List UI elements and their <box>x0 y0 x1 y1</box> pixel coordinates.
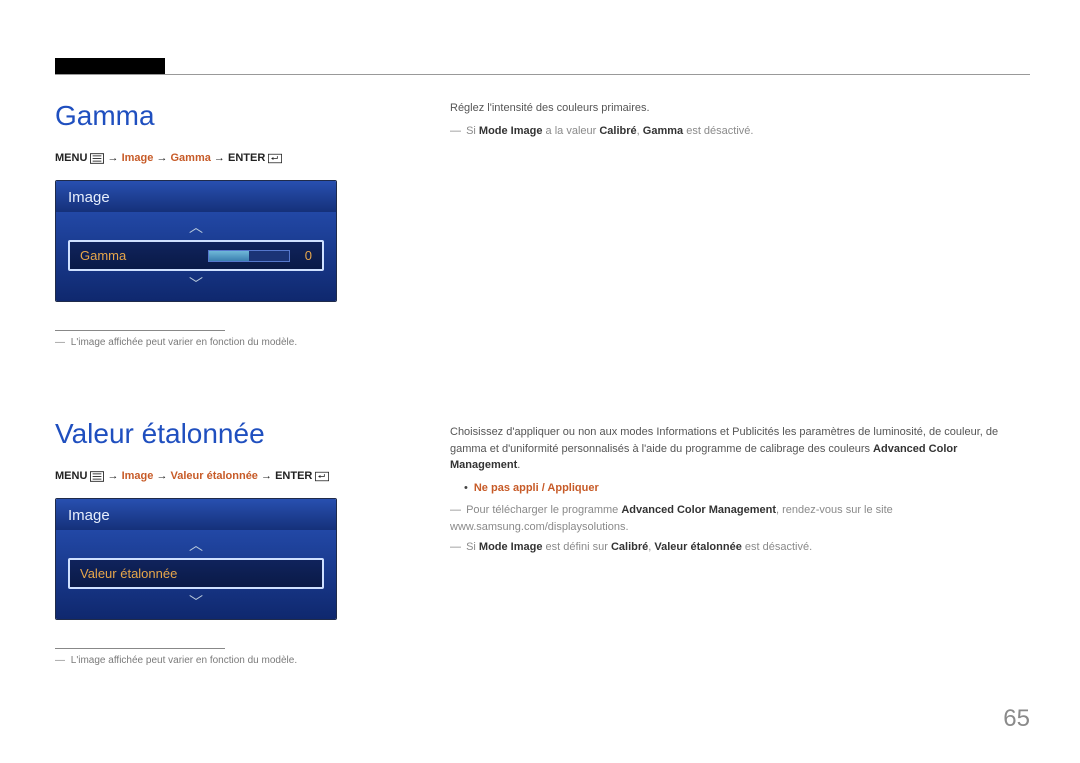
menu-label: MENU <box>55 470 87 482</box>
path-item: Valeur étalonnée <box>171 470 258 482</box>
gamma-note: ― Si Mode Image a la valeur Calibré, Gam… <box>450 123 1030 140</box>
bold: Advanced Color Management <box>621 504 776 516</box>
bold: Calibré <box>599 125 636 137</box>
path-image: Image <box>122 152 154 164</box>
dash-icon: ― <box>55 337 65 348</box>
txt: est défini sur <box>542 541 610 553</box>
osd-body: ︿ Valeur étalonnée ﹀ <box>56 530 336 619</box>
bold: Calibré <box>611 541 648 553</box>
arrow-icon: → <box>214 152 228 164</box>
arrow-icon: → <box>156 152 170 164</box>
divider <box>55 330 225 331</box>
valeur-para1: Choisissez d'appliquer ou non aux modes … <box>450 424 1030 474</box>
gamma-title: Gamma <box>55 100 385 132</box>
osd-row-label: Gamma <box>80 248 208 263</box>
chevron-up-icon[interactable]: ︿ <box>56 216 336 238</box>
txt: . <box>517 459 520 471</box>
left-column: Gamma MENU → Image → Gamma → ENTER Image… <box>55 100 385 666</box>
osd-row-label: Valeur étalonnée <box>80 566 312 581</box>
txt: Si <box>466 125 479 137</box>
enter-icon <box>315 471 329 484</box>
options-text: Ne pas appli / Appliquer <box>474 482 599 494</box>
divider <box>55 648 225 649</box>
header-tab <box>55 58 165 74</box>
bold: Mode Image <box>479 541 543 553</box>
txt: Pour télécharger le programme <box>466 504 621 516</box>
bold: Gamma <box>643 125 683 137</box>
valeur-options: • Ne pas appli / Appliquer <box>464 480 1030 497</box>
bullet-icon: • <box>464 482 468 494</box>
dash-icon: ― <box>450 504 461 516</box>
chevron-down-icon[interactable]: ﹀ <box>56 591 336 613</box>
footnote-text: L'image affichée peut varier en fonction… <box>71 655 297 666</box>
path-image: Image <box>122 470 154 482</box>
osd-body: ︿ Gamma 0 ﹀ <box>56 212 336 301</box>
arrow-icon: → <box>261 470 275 482</box>
valeur-body: Choisissez d'appliquer ou non aux modes … <box>450 424 1030 556</box>
txt: est désactivé. <box>742 541 812 553</box>
valeur-footnote: ― L'image affichée peut varier en foncti… <box>55 655 385 666</box>
valeur-left: Valeur étalonnée MENU → Image → Valeur é… <box>55 418 385 666</box>
menu-label: MENU <box>55 152 87 164</box>
arrow-icon: → <box>108 470 122 482</box>
arrow-icon: → <box>156 470 170 482</box>
gamma-body: Réglez l'intensité des couleurs primaire… <box>450 100 1030 139</box>
enter-label: ENTER <box>275 470 312 482</box>
arrow-icon: → <box>108 152 122 164</box>
dash-icon: ― <box>55 655 65 666</box>
right-column: Réglez l'intensité des couleurs primaire… <box>450 100 1030 556</box>
gamma-menu-path: MENU → Image → Gamma → ENTER <box>55 152 385 166</box>
valeur-note2: ― Si Mode Image est défini sur Calibré, … <box>450 539 1030 556</box>
path-item: Gamma <box>171 152 211 164</box>
menu-icon <box>90 153 104 166</box>
gamma-desc: Réglez l'intensité des couleurs primaire… <box>450 100 1030 117</box>
dash-icon: ― <box>450 541 461 553</box>
gamma-osd: Image ︿ Gamma 0 ﹀ <box>55 180 337 302</box>
valeur-osd-row[interactable]: Valeur étalonnée <box>68 558 324 589</box>
enter-icon <box>268 153 282 166</box>
bold: Valeur étalonnée <box>654 541 741 553</box>
osd-header: Image <box>56 181 336 212</box>
chevron-down-icon[interactable]: ﹀ <box>56 273 336 295</box>
page-number: 65 <box>1003 705 1030 733</box>
header-rule <box>55 74 1030 75</box>
valeur-osd: Image ︿ Valeur étalonnée ﹀ <box>55 498 337 620</box>
txt: est désactivé. <box>683 125 753 137</box>
footnote-text: L'image affichée peut varier en fonction… <box>71 337 297 348</box>
chevron-up-icon[interactable]: ︿ <box>56 534 336 556</box>
gamma-slider[interactable] <box>208 250 290 262</box>
gamma-osd-row[interactable]: Gamma 0 <box>68 240 324 271</box>
txt: Si <box>466 541 479 553</box>
enter-label: ENTER <box>228 152 265 164</box>
valeur-note1: ― Pour télécharger le programme Advanced… <box>450 502 1030 535</box>
osd-header: Image <box>56 499 336 530</box>
bold: Mode Image <box>479 125 543 137</box>
valeur-title: Valeur étalonnée <box>55 418 385 450</box>
gamma-footnote: ― L'image affichée peut varier en foncti… <box>55 337 385 348</box>
osd-row-value: 0 <box>298 248 312 263</box>
dash-icon: ― <box>450 125 461 137</box>
valeur-menu-path: MENU → Image → Valeur étalonnée → ENTER <box>55 470 385 484</box>
menu-icon <box>90 471 104 484</box>
txt: a la valeur <box>542 125 599 137</box>
